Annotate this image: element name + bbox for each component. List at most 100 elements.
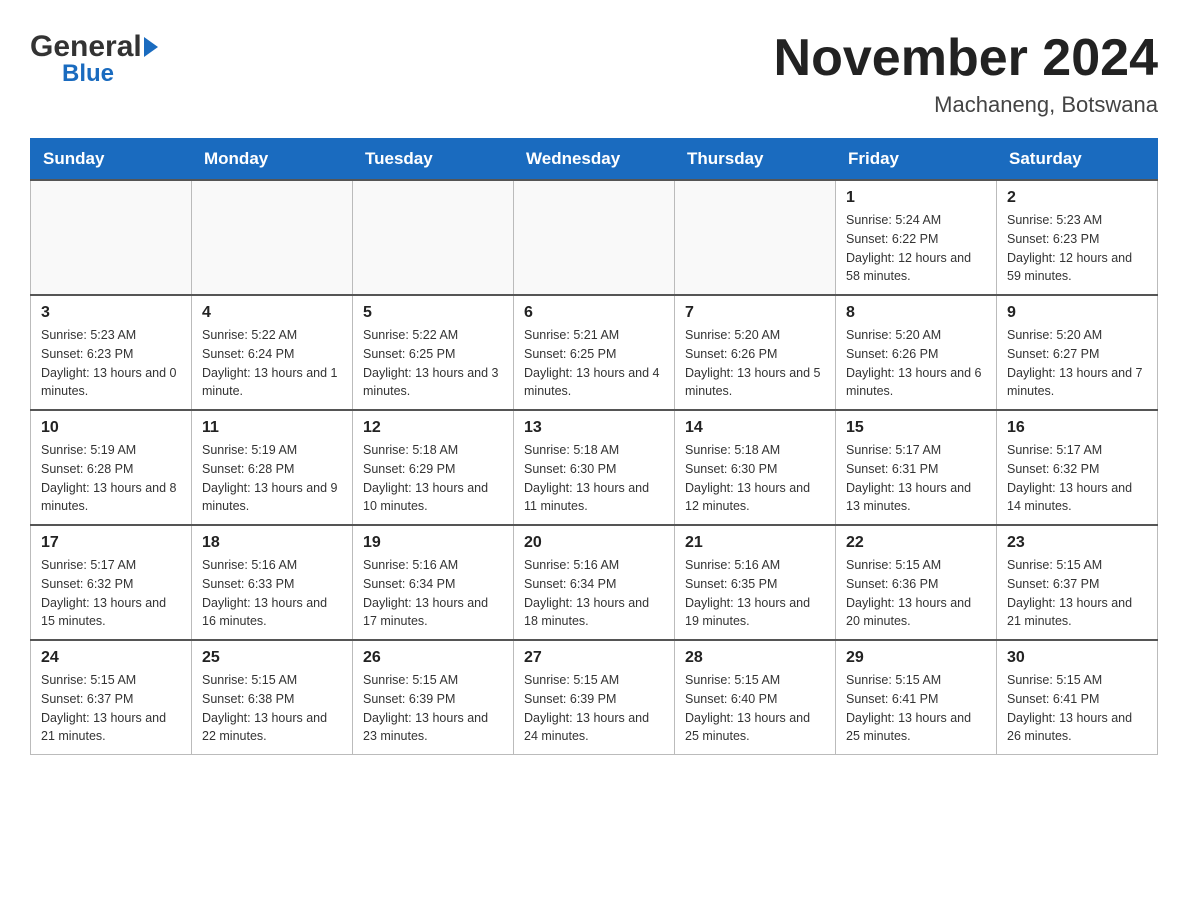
day-info: Sunrise: 5:16 AM Sunset: 6:34 PM Dayligh… — [524, 556, 664, 631]
table-row: 29Sunrise: 5:15 AM Sunset: 6:41 PM Dayli… — [836, 640, 997, 755]
day-number: 13 — [524, 419, 664, 437]
header-monday: Monday — [192, 139, 353, 181]
table-row: 12 Sunrise: 5:18 AM Sunset: 6:29 PM Dayli… — [353, 410, 514, 525]
day-number: 6 — [524, 304, 664, 322]
day-info: Sunrise: 5:19 AM Sunset: 6:28 PM Dayligh… — [202, 441, 342, 516]
week-row-2: 3 Sunrise: 5:23 AM Sunset: 6:23 PM Daylig… — [31, 295, 1158, 410]
day-info: Sunrise: 5:15 AM Sunset: 6:36 PM Dayligh… — [846, 556, 986, 631]
day-number: 17 — [41, 534, 181, 552]
day-number: 2 — [1007, 189, 1147, 207]
day-number: 23 — [1007, 534, 1147, 552]
calendar-table: Sunday Monday Tuesday Wednesday Thursday… — [30, 138, 1158, 755]
day-number: 20 — [524, 534, 664, 552]
day-info: Sunrise: 5:16 AM Sunset: 6:34 PM Dayligh… — [363, 556, 503, 631]
table-row: 27 Sunrise: 5:15 AM Sunset: 6:39 PM Dayli… — [514, 640, 675, 755]
table-row — [514, 180, 675, 295]
table-row — [31, 180, 192, 295]
day-number: 18 — [202, 534, 342, 552]
table-row: 7 Sunrise: 5:20 AM Sunset: 6:26 PM Daylig… — [675, 295, 836, 410]
logo: General Blue — [30, 30, 158, 88]
day-number: 19 — [363, 534, 503, 552]
day-info: Sunrise: 5:18 AM Sunset: 6:29 PM Dayligh… — [363, 441, 503, 516]
day-number: 15 — [846, 419, 986, 437]
day-number: 22 — [846, 534, 986, 552]
day-number: 7 — [685, 304, 825, 322]
header-sunday: Sunday — [31, 139, 192, 181]
week-row-3: 10 Sunrise: 5:19 AM Sunset: 6:28 PM Dayli… — [31, 410, 1158, 525]
day-info: Sunrise: 5:22 AM Sunset: 6:25 PM Dayligh… — [363, 326, 503, 401]
table-row: 19 Sunrise: 5:16 AM Sunset: 6:34 PM Dayli… — [353, 525, 514, 640]
table-row: 22 Sunrise: 5:15 AM Sunset: 6:36 PM Dayli… — [836, 525, 997, 640]
table-row: 11 Sunrise: 5:19 AM Sunset: 6:28 PM Dayli… — [192, 410, 353, 525]
day-info: Sunrise: 5:15 AM Sunset: 6:39 PM Dayligh… — [524, 671, 664, 746]
day-info: Sunrise: 5:20 AM Sunset: 6:26 PM Dayligh… — [846, 326, 986, 401]
table-row — [353, 180, 514, 295]
day-info: Sunrise: 5:18 AM Sunset: 6:30 PM Dayligh… — [524, 441, 664, 516]
table-row: 25Sunrise: 5:15 AM Sunset: 6:38 PM Dayli… — [192, 640, 353, 755]
day-info: Sunrise: 5:23 AM Sunset: 6:23 PM Dayligh… — [1007, 211, 1147, 286]
table-row: 20 Sunrise: 5:16 AM Sunset: 6:34 PM Dayli… — [514, 525, 675, 640]
day-number: 12 — [363, 419, 503, 437]
week-row-5: 24Sunrise: 5:15 AM Sunset: 6:37 PM Dayli… — [31, 640, 1158, 755]
title-block: November 2024 Machaneng, Botswana — [774, 30, 1158, 118]
logo-general-text: General — [30, 30, 142, 64]
day-info: Sunrise: 5:17 AM Sunset: 6:32 PM Dayligh… — [1007, 441, 1147, 516]
day-number: 29 — [846, 649, 986, 667]
day-number: 5 — [363, 304, 503, 322]
header-saturday: Saturday — [997, 139, 1158, 181]
day-info: Sunrise: 5:15 AM Sunset: 6:40 PM Dayligh… — [685, 671, 825, 746]
day-number: 26 — [363, 649, 503, 667]
day-info: Sunrise: 5:16 AM Sunset: 6:33 PM Dayligh… — [202, 556, 342, 631]
header-thursday: Thursday — [675, 139, 836, 181]
week-row-1: 1 Sunrise: 5:24 AM Sunset: 6:22 PM Daylig… — [31, 180, 1158, 295]
table-row: 2 Sunrise: 5:23 AM Sunset: 6:23 PM Daylig… — [997, 180, 1158, 295]
table-row: 14 Sunrise: 5:18 AM Sunset: 6:30 PM Dayli… — [675, 410, 836, 525]
table-row: 30 Sunrise: 5:15 AM Sunset: 6:41 PM Dayli… — [997, 640, 1158, 755]
day-info: Sunrise: 5:19 AM Sunset: 6:28 PM Dayligh… — [41, 441, 181, 516]
day-number: 3 — [41, 304, 181, 322]
day-number: 10 — [41, 419, 181, 437]
day-info: Sunrise: 5:15 AM Sunset: 6:39 PM Dayligh… — [363, 671, 503, 746]
day-info: Sunrise: 5:17 AM Sunset: 6:32 PM Dayligh… — [41, 556, 181, 631]
header-tuesday: Tuesday — [353, 139, 514, 181]
day-info: Sunrise: 5:22 AM Sunset: 6:24 PM Dayligh… — [202, 326, 342, 401]
table-row: 23Sunrise: 5:15 AM Sunset: 6:37 PM Dayli… — [997, 525, 1158, 640]
calendar-header-row: Sunday Monday Tuesday Wednesday Thursday… — [31, 139, 1158, 181]
day-info: Sunrise: 5:23 AM Sunset: 6:23 PM Dayligh… — [41, 326, 181, 401]
day-info: Sunrise: 5:21 AM Sunset: 6:25 PM Dayligh… — [524, 326, 664, 401]
header-friday: Friday — [836, 139, 997, 181]
day-number: 21 — [685, 534, 825, 552]
header-wednesday: Wednesday — [514, 139, 675, 181]
page-header: General Blue November 2024 Machaneng, Bo… — [30, 30, 1158, 118]
table-row: 24Sunrise: 5:15 AM Sunset: 6:37 PM Dayli… — [31, 640, 192, 755]
day-info: Sunrise: 5:18 AM Sunset: 6:30 PM Dayligh… — [685, 441, 825, 516]
day-number: 8 — [846, 304, 986, 322]
logo-blue-text: Blue — [62, 60, 114, 87]
day-info: Sunrise: 5:17 AM Sunset: 6:31 PM Dayligh… — [846, 441, 986, 516]
day-info: Sunrise: 5:15 AM Sunset: 6:41 PM Dayligh… — [1007, 671, 1147, 746]
table-row: 17 Sunrise: 5:17 AM Sunset: 6:32 PM Dayli… — [31, 525, 192, 640]
table-row: 8 Sunrise: 5:20 AM Sunset: 6:26 PM Daylig… — [836, 295, 997, 410]
table-row: 10 Sunrise: 5:19 AM Sunset: 6:28 PM Dayli… — [31, 410, 192, 525]
day-number: 16 — [1007, 419, 1147, 437]
day-info: Sunrise: 5:24 AM Sunset: 6:22 PM Dayligh… — [846, 211, 986, 286]
day-info: Sunrise: 5:20 AM Sunset: 6:26 PM Dayligh… — [685, 326, 825, 401]
table-row: 1 Sunrise: 5:24 AM Sunset: 6:22 PM Daylig… — [836, 180, 997, 295]
day-number: 9 — [1007, 304, 1147, 322]
table-row — [675, 180, 836, 295]
table-row: 15 Sunrise: 5:17 AM Sunset: 6:31 PM Dayli… — [836, 410, 997, 525]
day-info: Sunrise: 5:20 AM Sunset: 6:27 PM Dayligh… — [1007, 326, 1147, 401]
table-row: 9 Sunrise: 5:20 AM Sunset: 6:27 PM Daylig… — [997, 295, 1158, 410]
table-row: 3 Sunrise: 5:23 AM Sunset: 6:23 PM Daylig… — [31, 295, 192, 410]
day-info: Sunrise: 5:16 AM Sunset: 6:35 PM Dayligh… — [685, 556, 825, 631]
location-title: Machaneng, Botswana — [774, 92, 1158, 118]
day-number: 11 — [202, 419, 342, 437]
day-number: 27 — [524, 649, 664, 667]
day-number: 1 — [846, 189, 986, 207]
table-row: 16 Sunrise: 5:17 AM Sunset: 6:32 PM Dayli… — [997, 410, 1158, 525]
day-number: 14 — [685, 419, 825, 437]
day-info: Sunrise: 5:15 AM Sunset: 6:38 PM Dayligh… — [202, 671, 342, 746]
table-row: 21 Sunrise: 5:16 AM Sunset: 6:35 PM Dayli… — [675, 525, 836, 640]
day-number: 30 — [1007, 649, 1147, 667]
table-row: 26 Sunrise: 5:15 AM Sunset: 6:39 PM Dayli… — [353, 640, 514, 755]
